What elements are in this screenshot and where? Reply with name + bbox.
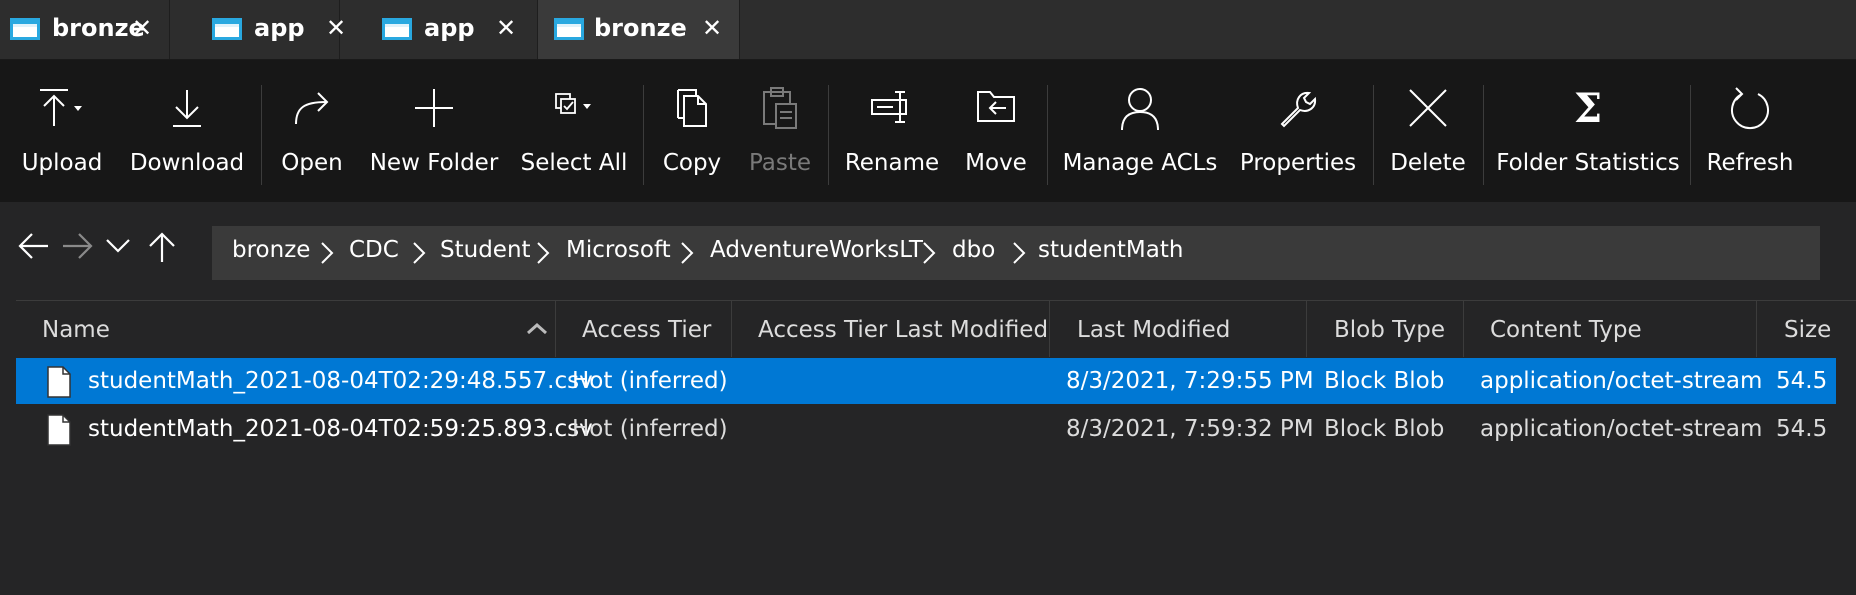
sort-ascending-icon[interactable]: [526, 321, 548, 337]
chevron-right-icon: [413, 242, 426, 264]
size-cell: 54.5 K: [1776, 416, 1836, 442]
file-name: studentMath_2021-08-04T02:59:25.893.csv: [88, 416, 593, 442]
breadcrumb-item[interactable]: dbo: [952, 237, 995, 263]
close-icon[interactable]: ✕: [702, 14, 722, 42]
delete-button[interactable]: Delete: [1386, 60, 1470, 202]
download-icon: [173, 90, 201, 127]
manage-acls-button[interactable]: Manage ACLs: [1060, 60, 1220, 202]
tab-label: bronze: [594, 14, 687, 42]
chevron-down-icon[interactable]: [105, 238, 131, 254]
properties-button[interactable]: Properties: [1236, 60, 1360, 202]
copy-icon: [677, 89, 707, 127]
access-tier-cell: Hot (inferred): [572, 416, 728, 442]
table-header: Name Access Tier Access Tier Last Modifi…: [16, 300, 1856, 357]
person-icon: [1121, 88, 1159, 131]
folder-statistics-button[interactable]: Σ Folder Statistics: [1496, 60, 1680, 202]
tab-bronze-1[interactable]: bronze ✕: [0, 0, 170, 59]
breadcrumb-item[interactable]: bronze: [232, 237, 310, 263]
move-button[interactable]: Move: [958, 60, 1034, 202]
breadcrumb-item[interactable]: studentMath: [1038, 237, 1183, 263]
delete-x-icon: [1409, 89, 1447, 127]
paste-icon: [763, 87, 797, 129]
chevron-right-icon: [681, 242, 694, 264]
folder-icon: [212, 18, 242, 40]
close-icon[interactable]: ✕: [496, 14, 516, 42]
file-icon: [47, 366, 71, 398]
breadcrumb-item[interactable]: CDC: [349, 237, 399, 263]
rename-icon: [871, 91, 907, 123]
content-type-cell: application/octet-stream: [1480, 416, 1763, 442]
wrench-icon: [1280, 91, 1317, 128]
breadcrumb-item[interactable]: AdventureWorksLT: [710, 237, 923, 263]
download-button[interactable]: Download: [128, 60, 246, 202]
rename-button[interactable]: Rename: [842, 60, 942, 202]
new-folder-button[interactable]: New Folder: [366, 60, 502, 202]
up-arrow-icon[interactable]: [148, 232, 176, 262]
back-arrow-icon[interactable]: [18, 232, 50, 260]
tab-label: app: [254, 14, 305, 42]
forward-arrow-icon[interactable]: [61, 232, 93, 260]
column-header-access-tier-last-modified[interactable]: Access Tier Last Modified: [758, 301, 1048, 357]
sigma-icon: Σ: [1574, 86, 1602, 130]
close-icon[interactable]: ✕: [132, 14, 152, 42]
blob-type-cell: Block Blob: [1324, 368, 1445, 394]
navigation-bar: bronze CDC Student Microsoft AdventureWo…: [0, 202, 1856, 292]
size-cell: 54.5 K: [1776, 368, 1836, 394]
tab-label: bronze: [52, 14, 145, 42]
chevron-right-icon: [321, 242, 334, 264]
refresh-button[interactable]: Refresh: [1702, 60, 1798, 202]
column-header-last-modified[interactable]: Last Modified: [1077, 301, 1230, 357]
last-modified-cell: 8/3/2021, 7:29:55 PM: [1066, 368, 1314, 394]
refresh-icon: [1731, 87, 1769, 130]
tab-bronze-2[interactable]: bronze ✕: [538, 0, 740, 59]
select-all-icon: [555, 93, 591, 114]
chevron-right-icon: [1013, 242, 1026, 264]
tab-app-2[interactable]: app ✕: [370, 0, 538, 59]
chevron-right-icon: [537, 242, 550, 264]
access-tier-cell: Hot (inferred): [572, 368, 728, 394]
move-folder-icon: [977, 91, 1015, 122]
file-name: studentMath_2021-08-04T02:29:48.557.csv: [88, 368, 593, 394]
select-all-button[interactable]: Select All: [520, 60, 628, 202]
svg-text:Σ: Σ: [1574, 86, 1602, 130]
table-row[interactable]: studentMath_2021-08-04T02:59:25.893.csv …: [16, 406, 1836, 452]
column-header-content-type[interactable]: Content Type: [1490, 301, 1642, 357]
redo-arrow-icon: [295, 92, 329, 125]
close-icon[interactable]: ✕: [326, 14, 346, 42]
copy-button[interactable]: Copy: [656, 60, 728, 202]
tab-bar: bronze ✕ app ✕ app ✕ bronze ✕: [0, 0, 1856, 60]
column-header-blob-type[interactable]: Blob Type: [1334, 301, 1445, 357]
column-header-access-tier[interactable]: Access Tier: [582, 301, 711, 357]
folder-icon: [382, 18, 412, 40]
plus-icon: [415, 89, 453, 127]
breadcrumb-item[interactable]: Student: [440, 237, 531, 263]
toolbar: Upload Download Open New Folder Select A…: [0, 60, 1856, 202]
breadcrumb: bronze CDC Student Microsoft AdventureWo…: [212, 226, 1820, 280]
column-header-name[interactable]: Name: [42, 301, 110, 357]
upload-icon: [40, 89, 82, 126]
table-row[interactable]: studentMath_2021-08-04T02:29:48.557.csv …: [16, 358, 1836, 404]
column-header-size[interactable]: Size: [1784, 301, 1831, 357]
content-type-cell: application/octet-stream: [1480, 368, 1763, 394]
file-icon: [47, 414, 71, 446]
upload-button[interactable]: Upload: [12, 60, 112, 202]
folder-icon: [554, 18, 584, 40]
breadcrumb-item[interactable]: Microsoft: [566, 237, 671, 263]
blob-type-cell: Block Blob: [1324, 416, 1445, 442]
chevron-right-icon: [923, 242, 936, 264]
paste-button[interactable]: Paste: [740, 60, 820, 202]
folder-icon: [10, 18, 40, 40]
last-modified-cell: 8/3/2021, 7:59:32 PM: [1066, 416, 1314, 442]
tab-label: app: [424, 14, 475, 42]
tab-app-1[interactable]: app ✕: [170, 0, 346, 59]
open-button[interactable]: Open: [272, 60, 352, 202]
